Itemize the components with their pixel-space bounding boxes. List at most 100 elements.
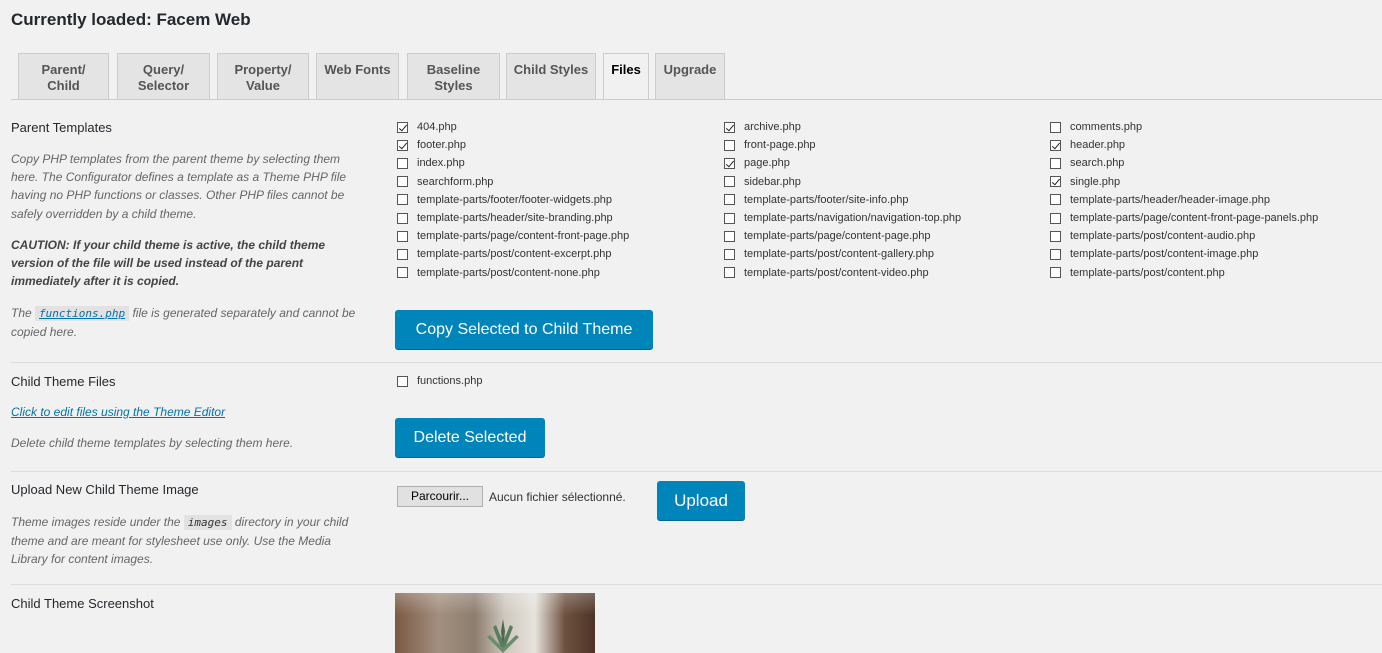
checkbox-checked[interactable] xyxy=(1050,176,1061,188)
checkbox[interactable] xyxy=(724,248,735,260)
template-item[interactable]: template-parts/post/content-gallery.php xyxy=(724,246,934,262)
checkbox[interactable] xyxy=(1050,157,1061,169)
template-item[interactable]: comments.php xyxy=(1050,119,1142,135)
template-item[interactable]: single.php xyxy=(1050,174,1120,190)
template-item[interactable]: template-parts/post/content-excerpt.php xyxy=(397,246,611,262)
template-item[interactable]: searchform.php xyxy=(397,174,493,190)
tab-query-selector[interactable]: Query/ Selector xyxy=(117,53,210,99)
section-divider xyxy=(11,584,1382,585)
checkbox[interactable] xyxy=(1050,194,1061,206)
template-item[interactable]: search.php xyxy=(1050,155,1124,171)
checkbox[interactable] xyxy=(397,267,408,279)
plant-image xyxy=(487,619,519,653)
child-files-title: Child Theme Files xyxy=(11,374,116,389)
template-item[interactable]: template-parts/post/content.php xyxy=(1050,265,1225,281)
template-item[interactable]: archive.php xyxy=(724,119,801,135)
template-item[interactable]: template-parts/post/content-audio.php xyxy=(1050,228,1255,244)
tab-label-line2: Value xyxy=(246,78,280,93)
checkbox-checked[interactable] xyxy=(1050,139,1061,151)
tab-files[interactable]: Files xyxy=(603,53,649,100)
template-item[interactable]: template-parts/page/content-front-page.p… xyxy=(397,228,629,244)
checkbox[interactable] xyxy=(1050,212,1061,224)
template-label: footer.php xyxy=(417,139,466,152)
template-label: template-parts/post/content-gallery.php xyxy=(744,248,934,261)
checkbox[interactable] xyxy=(397,212,408,224)
upload-desc-prefix: Theme images reside under the xyxy=(11,515,181,529)
template-label: template-parts/page/content-page.php xyxy=(744,230,931,243)
tab-upgrade[interactable]: Upgrade xyxy=(655,53,725,99)
functions-note: The functions.php file is generated sepa… xyxy=(11,304,363,341)
checkbox[interactable] xyxy=(1050,121,1061,133)
template-item[interactable]: template-parts/page/content-front-page-p… xyxy=(1050,210,1318,226)
checkbox[interactable] xyxy=(724,230,735,242)
child-file-functions[interactable]: functions.php xyxy=(397,373,482,389)
template-item[interactable]: template-parts/post/content-image.php xyxy=(1050,246,1258,262)
template-item[interactable]: template-parts/header/site-branding.php xyxy=(397,210,613,226)
template-item[interactable]: 404.php xyxy=(397,119,457,135)
template-label: archive.php xyxy=(744,121,801,133)
checkbox[interactable] xyxy=(724,139,735,151)
section-divider xyxy=(11,362,1382,363)
functions-code: functions.php xyxy=(35,306,130,321)
tab-child-styles[interactable]: Child Styles xyxy=(506,53,596,99)
checkbox[interactable] xyxy=(397,157,408,169)
template-label: template-parts/post/content-video.php xyxy=(744,266,929,279)
checkbox[interactable] xyxy=(724,176,735,188)
checkbox[interactable] xyxy=(724,194,735,206)
browse-file-button[interactable]: Parcourir... xyxy=(397,486,483,507)
checkbox[interactable] xyxy=(397,176,408,188)
template-item[interactable]: template-parts/footer/footer-widgets.php xyxy=(397,192,612,208)
checkbox[interactable] xyxy=(1050,267,1061,279)
checkbox[interactable] xyxy=(1050,248,1061,260)
template-item[interactable]: template-parts/navigation/navigation-top… xyxy=(724,210,961,226)
template-label: front-page.php xyxy=(744,139,816,152)
template-item[interactable]: template-parts/post/content-video.php xyxy=(724,265,929,281)
template-label: single.php xyxy=(1070,175,1121,188)
no-file-text: Aucun fichier sélectionné. xyxy=(489,490,626,504)
checkbox[interactable] xyxy=(397,194,408,206)
parent-templates-title: Parent Templates xyxy=(11,120,112,135)
image-haze xyxy=(395,593,595,615)
checkbox[interactable] xyxy=(397,230,408,242)
copy-to-child-button[interactable]: Copy Selected to Child Theme xyxy=(395,310,653,349)
section-divider xyxy=(11,471,1382,472)
tab-label: Files xyxy=(611,62,641,77)
checkbox[interactable] xyxy=(397,248,408,260)
upload-description: Theme images reside under the images dir… xyxy=(11,513,363,569)
template-label: template-parts/post/content.php xyxy=(1070,266,1225,279)
template-item[interactable]: sidebar.php xyxy=(724,174,801,190)
template-item[interactable]: template-parts/footer/site-info.php xyxy=(724,192,908,208)
tab-baseline-styles[interactable]: Baseline Styles xyxy=(407,53,500,99)
template-item[interactable]: template-parts/page/content-page.php xyxy=(724,228,931,244)
delete-selected-button[interactable]: Delete Selected xyxy=(395,418,545,457)
tab-label-line2: Child xyxy=(47,78,80,93)
template-label: template-parts/post/content-none.php xyxy=(417,266,600,279)
template-item[interactable]: template-parts/post/content-none.php xyxy=(397,265,600,281)
theme-editor-link[interactable]: Click to edit files using the Theme Edit… xyxy=(11,405,225,419)
tab-label: Baseline xyxy=(426,62,481,77)
template-label: sidebar.php xyxy=(744,175,801,188)
template-item[interactable]: footer.php xyxy=(397,137,466,153)
parent-templates-description: Copy PHP templates from the parent theme… xyxy=(11,152,347,221)
checkbox[interactable] xyxy=(1050,230,1061,242)
tab-parent-child[interactable]: Parent/ Child xyxy=(18,53,109,99)
checkbox-checked[interactable] xyxy=(397,121,408,133)
template-item[interactable]: front-page.php xyxy=(724,137,816,153)
template-item[interactable]: page.php xyxy=(724,155,790,171)
template-item[interactable]: index.php xyxy=(397,155,465,171)
upload-button[interactable]: Upload xyxy=(657,481,745,520)
checkbox[interactable] xyxy=(397,375,408,387)
checkbox[interactable] xyxy=(724,267,735,279)
checkbox-checked[interactable] xyxy=(397,139,408,151)
tab-label: Property/ xyxy=(234,62,292,77)
template-label: search.php xyxy=(1070,157,1125,170)
template-item[interactable]: template-parts/header/header-image.php xyxy=(1050,192,1270,208)
tab-web-fonts[interactable]: Web Fonts xyxy=(316,53,399,99)
checkbox[interactable] xyxy=(724,212,735,224)
checkbox-checked[interactable] xyxy=(724,157,735,169)
tab-property-value[interactable]: Property/ Value xyxy=(217,53,309,99)
template-label: 404.php xyxy=(417,121,457,133)
template-item[interactable]: header.php xyxy=(1050,137,1125,153)
template-label: template-parts/footer/site-info.php xyxy=(744,193,909,206)
checkbox-checked[interactable] xyxy=(724,121,735,133)
